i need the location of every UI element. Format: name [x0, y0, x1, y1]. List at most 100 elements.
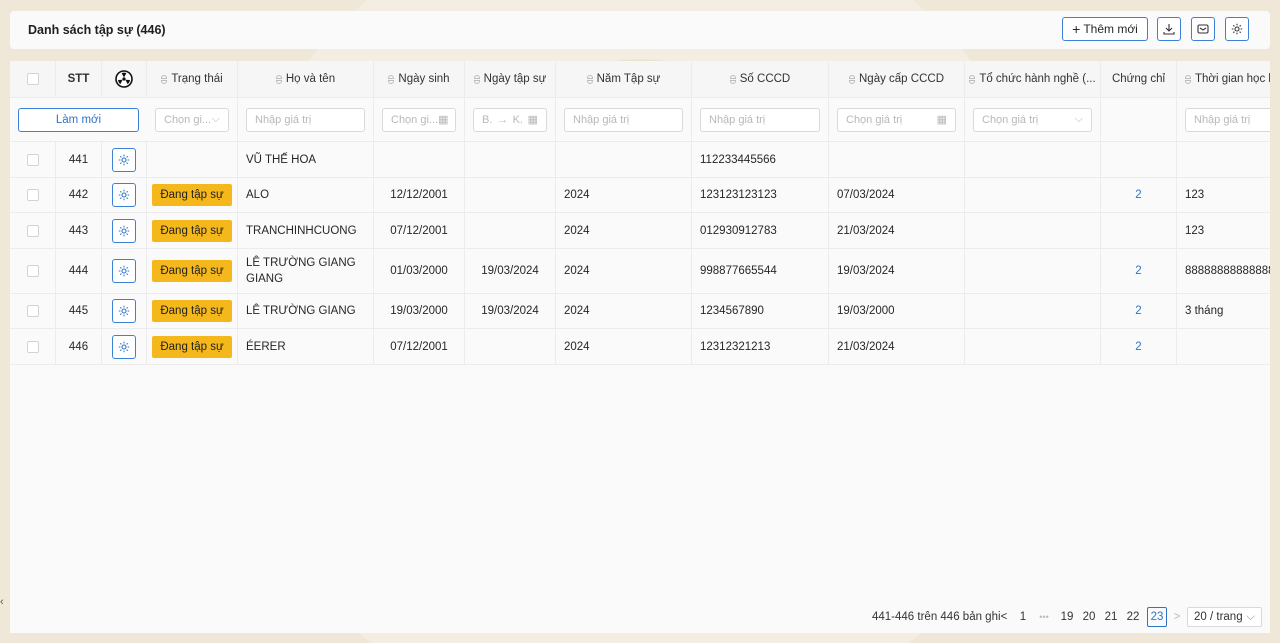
row-settings-button[interactable]	[112, 334, 136, 359]
mail-button[interactable]	[1191, 17, 1215, 41]
row-year: 2024	[556, 329, 692, 364]
column-stt[interactable]: STT	[56, 61, 102, 97]
arrow-right-icon: →	[497, 113, 508, 126]
download-icon	[1163, 24, 1175, 35]
study-filter-input[interactable]: Nhập giá trị	[1185, 107, 1270, 132]
start-date-range-picker[interactable]: B. → K. ▦	[473, 107, 547, 132]
column-study-time[interactable]: Thời gian học k	[1177, 61, 1270, 97]
column-organization[interactable]: Tổ chức hành nghề (...	[965, 61, 1101, 97]
row-checkbox[interactable]	[26, 265, 39, 277]
status-filter-select[interactable]: Chọn gi... ⌵	[155, 107, 229, 132]
row-settings-button[interactable]	[112, 147, 136, 172]
row-checkbox[interactable]	[26, 340, 39, 353]
chevron-left-icon[interactable]: ‹	[0, 596, 4, 608]
row-settings-button[interactable]	[112, 183, 136, 207]
issue-date-filter[interactable]: Chọn giá trị ▦	[837, 107, 956, 132]
table-row[interactable]: 445 Đang tập sự LÊ TRƯỜNG GIANG 19/03/20…	[10, 294, 1270, 329]
row-checkbox[interactable]	[26, 305, 39, 317]
row-checkbox-cell	[10, 329, 56, 364]
row-settings-button[interactable]	[112, 299, 136, 323]
sort-icon	[586, 74, 593, 84]
download-button[interactable]	[1157, 17, 1181, 41]
row-status-cell	[147, 142, 238, 177]
row-checkbox[interactable]	[26, 189, 39, 201]
gear-icon	[1231, 23, 1243, 35]
row-certificate-link[interactable]: 2	[1101, 294, 1177, 328]
pagination-ellipsis[interactable]: •••	[1034, 607, 1054, 627]
table-row[interactable]: 446 Đang tập sự ÉERER 07/12/2001 2024 12…	[10, 329, 1270, 365]
row-checkbox-cell	[10, 178, 56, 212]
header-bar: Danh sách tập sự (446) + Thêm mới	[10, 11, 1270, 49]
row-cccd: 123123123123	[692, 178, 829, 212]
name-filter-input[interactable]: Nhập giá trị	[246, 107, 365, 132]
status-badge: Đang tập sự	[152, 300, 232, 322]
table-row[interactable]: 444 Đang tập sự LÊ TRƯỜNG GIANG GIANG 01…	[10, 249, 1270, 294]
row-settings-button[interactable]	[112, 259, 136, 283]
table-row[interactable]: 441 VŨ THẾ HOA 112233445566	[10, 142, 1270, 178]
page-size-select[interactable]: 20 / trang ⌵	[1187, 607, 1262, 627]
add-new-button[interactable]: + Thêm mới	[1062, 17, 1148, 41]
select-all-checkbox[interactable]	[26, 73, 39, 85]
row-status-cell: Đang tập sự	[147, 329, 238, 364]
cert-filter-cell	[1101, 98, 1177, 141]
row-stt: 441	[56, 142, 102, 177]
current-page-button[interactable]: 23	[1147, 607, 1167, 627]
table-row[interactable]: 442 Đang tập sự ALO 12/12/2001 2024 1231…	[10, 178, 1270, 213]
row-certificate-link[interactable]: 2	[1101, 178, 1177, 212]
page-button[interactable]: 20	[1080, 607, 1098, 627]
start-filter-cell: B. → K. ▦	[465, 98, 556, 141]
row-certificate-link[interactable]: 2	[1101, 249, 1177, 293]
row-checkbox-cell	[10, 294, 56, 328]
plus-icon: +	[1072, 21, 1081, 37]
row-name: LÊ TRƯỜNG GIANG	[238, 294, 374, 328]
row-cccd: 1234567890	[692, 294, 829, 328]
filter-row: Làm mới Chọn gi... ⌵ Nhập giá trị Chọn gi…	[10, 98, 1270, 142]
prev-page-button[interactable]: <	[998, 607, 1010, 627]
birth-filter-cell: Chọn gi... ▦	[374, 98, 465, 141]
row-org	[965, 142, 1101, 177]
gear-icon	[118, 305, 130, 317]
page-button[interactable]: 21	[1102, 607, 1120, 627]
sort-icon	[473, 74, 480, 84]
status-badge: Đang tập sự	[152, 219, 232, 242]
column-year[interactable]: Năm Tập sự	[556, 61, 692, 97]
radiation-icon	[115, 70, 133, 88]
sort-icon	[849, 74, 855, 84]
column-birth[interactable]: Ngày sinh	[374, 61, 465, 97]
cccd-filter-input[interactable]: Nhập giá trị	[700, 107, 820, 132]
page-button[interactable]: 1	[1016, 607, 1030, 627]
row-certificate-link[interactable]	[1101, 213, 1177, 248]
row-certificate-link[interactable]: 2	[1101, 329, 1177, 364]
select-all-cell	[10, 61, 56, 97]
pagination-total: 441-446 trên 446 bản ghi	[872, 611, 1001, 623]
row-status-cell: Đang tập sự	[147, 294, 238, 328]
row-study-time	[1177, 142, 1270, 177]
birth-filter-datepicker[interactable]: Chọn gi... ▦	[382, 107, 456, 132]
column-certificate[interactable]: Chứng chỉ	[1101, 61, 1177, 97]
row-checkbox-cell	[10, 213, 56, 248]
page-button[interactable]: 22	[1124, 607, 1142, 627]
year-filter-input[interactable]: Nhập giá trị	[564, 107, 683, 132]
org-filter-select[interactable]: Chọn giá trị ⌵	[973, 107, 1092, 132]
row-action-cell	[102, 249, 147, 293]
row-action-cell	[102, 142, 147, 177]
column-name[interactable]: Họ và tên	[238, 61, 374, 97]
row-issue-date: 07/03/2024	[829, 178, 965, 212]
table-row[interactable]: 443 Đang tập sự TRANCHINHCUONG 07/12/200…	[10, 213, 1270, 249]
chevron-down-icon: ⌵	[1246, 610, 1255, 623]
row-checkbox[interactable]	[26, 224, 39, 237]
column-issue-date[interactable]: Ngày cấp CCCD	[829, 61, 965, 97]
refresh-button[interactable]: Làm mới	[18, 107, 139, 132]
next-page-button[interactable]: >	[1171, 607, 1183, 627]
column-cccd[interactable]: Số CCCD	[692, 61, 829, 97]
row-start-date: 19/03/2024	[465, 249, 556, 293]
row-checkbox[interactable]	[26, 153, 39, 166]
page-button[interactable]: 19	[1058, 607, 1076, 627]
row-certificate-link[interactable]	[1101, 142, 1177, 177]
row-status-cell: Đang tập sự	[147, 178, 238, 212]
pagination: 441-446 trên 446 bản ghi < 1 ••• 19 20 2…	[10, 607, 1270, 627]
settings-button[interactable]	[1225, 17, 1249, 41]
column-start-date[interactable]: Ngày tập sự	[465, 61, 556, 97]
row-settings-button[interactable]	[112, 218, 136, 243]
column-status[interactable]: Trạng thái	[147, 61, 238, 97]
